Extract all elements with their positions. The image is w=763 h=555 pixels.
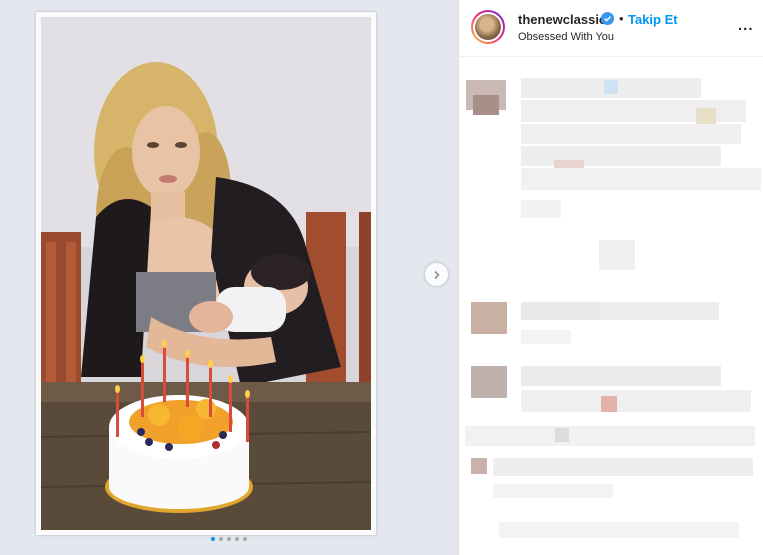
carousel-dot[interactable] (227, 537, 231, 541)
blurred-text (601, 302, 719, 320)
separator-bullet: • (619, 11, 624, 26)
blurred-text (521, 330, 571, 344)
polaroid-photo (36, 12, 376, 535)
blurred-text (493, 458, 753, 476)
blurred-avatar (471, 458, 487, 474)
avatar-ring-inner (473, 12, 503, 42)
username-link[interactable]: thenewclassic (518, 12, 606, 27)
blurred-text (465, 426, 755, 446)
blurred-text (521, 302, 601, 320)
carousel-dot[interactable] (235, 537, 239, 541)
blurred-text (521, 390, 751, 412)
blurred-avatar (473, 95, 499, 115)
avatar[interactable] (471, 10, 505, 44)
blurred-text (521, 200, 561, 218)
avatar-image (475, 14, 501, 40)
photo-illustration (41, 17, 371, 530)
follow-button[interactable]: Takip Et (628, 12, 678, 27)
more-options-button[interactable]: ... (738, 17, 754, 34)
chevron-right-icon (433, 270, 440, 279)
post-header: thenewclassic • Takip Et Obsessed With Y… (459, 0, 763, 57)
carousel-dot[interactable] (243, 537, 247, 541)
blurred-avatar (471, 302, 507, 334)
blurred-text (521, 366, 721, 386)
blurred-text (521, 146, 721, 166)
blurred-reply-toggle (599, 240, 635, 270)
post-side-panel: thenewclassic • Takip Et Obsessed With Y… (459, 0, 763, 555)
carousel-dot[interactable] (211, 537, 215, 541)
blurred-avatar (471, 366, 507, 398)
photo-image (41, 17, 371, 530)
blurred-text (499, 522, 739, 538)
blurred-emoji (555, 428, 569, 442)
media-pane (0, 0, 459, 555)
instagram-post-frame: thenewclassic • Takip Et Obsessed With Y… (0, 0, 763, 555)
blurred-text (521, 168, 761, 190)
blurred-text (521, 124, 741, 144)
blurred-text (493, 484, 613, 498)
carousel-dot[interactable] (219, 537, 223, 541)
carousel-dots (0, 537, 458, 541)
next-slide-button[interactable] (425, 263, 448, 286)
blurred-emoji (604, 80, 618, 94)
verified-badge-icon (601, 12, 614, 25)
post-location[interactable]: Obsessed With You (518, 31, 614, 43)
blurred-emoji (601, 396, 617, 412)
